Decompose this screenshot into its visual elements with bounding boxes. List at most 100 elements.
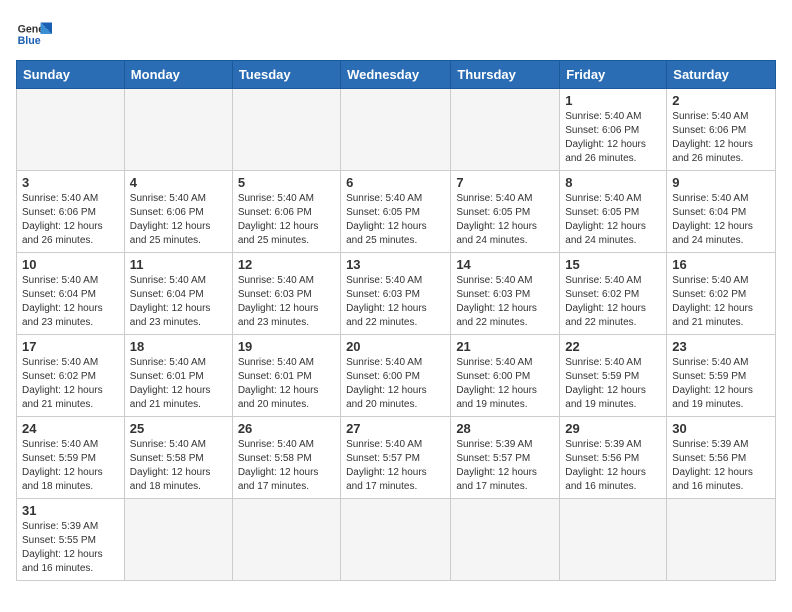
calendar-cell: 23 Sunrise: 5:40 AM Sunset: 5:59 PM Dayli… [667, 335, 776, 417]
logo-icon: General Blue [16, 16, 52, 52]
day-info: Sunrise: 5:40 AM Sunset: 6:06 PM Dayligh… [672, 110, 770, 166]
day-number: 4 [130, 175, 227, 190]
day-info: Sunrise: 5:40 AM Sunset: 6:06 PM Dayligh… [130, 192, 227, 248]
calendar-cell: 7Sunrise: 5:40 AM Sunset: 6:05 PM Daylig… [451, 171, 560, 253]
day-number: 23 [672, 339, 770, 354]
day-info: Sunrise: 5:40 AM Sunset: 6:06 PM Dayligh… [565, 110, 661, 166]
day-number: 26 [238, 421, 335, 436]
calendar-cell: 18Sunrise: 5:40 AM Sunset: 6:01 PM Dayli… [124, 335, 232, 417]
day-info: Sunrise: 5:40 AM Sunset: 6:03 PM Dayligh… [238, 274, 335, 330]
day-info: Sunrise: 5:40 AM Sunset: 6:03 PM Dayligh… [456, 274, 554, 330]
day-number: 13 [346, 257, 445, 272]
day-number: 22 [565, 339, 661, 354]
day-number: 25 [130, 421, 227, 436]
calendar-cell: 6Sunrise: 5:40 AM Sunset: 6:05 PM Daylig… [341, 171, 451, 253]
calendar-cell: 29 Sunrise: 5:39 AM Sunset: 5:56 PM Dayli… [560, 417, 667, 499]
calendar-cell: 30 Sunrise: 5:39 AM Sunset: 5:56 PM Dayli… [667, 417, 776, 499]
day-info: Sunrise: 5:40 AM Sunset: 6:03 PM Dayligh… [346, 274, 445, 330]
day-info: Sunrise: 5:40 AM Sunset: 5:59 PM Dayligh… [672, 356, 770, 412]
calendar-cell: 27 Sunrise: 5:40 AM Sunset: 5:57 PM Dayli… [341, 417, 451, 499]
calendar-cell: 25 Sunrise: 5:40 AM Sunset: 5:58 PM Dayli… [124, 417, 232, 499]
calendar-cell: 13 Sunrise: 5:40 AM Sunset: 6:03 PM Dayli… [341, 253, 451, 335]
calendar-cell: 1 Sunrise: 5:40 AM Sunset: 6:06 PM Daylig… [560, 89, 667, 171]
week-row-3: 10 Sunrise: 5:40 AM Sunset: 6:04 PM Dayli… [17, 253, 776, 335]
day-info: Sunrise: 5:40 AM Sunset: 5:59 PM Dayligh… [22, 438, 119, 494]
calendar-cell [560, 499, 667, 581]
day-info: Sunrise: 5:40 AM Sunset: 5:59 PM Dayligh… [565, 356, 661, 412]
day-info: Sunrise: 5:40 AM Sunset: 6:01 PM Dayligh… [130, 356, 227, 412]
day-number: 16 [672, 257, 770, 272]
day-number: 8 [565, 175, 661, 190]
day-number: 31 [22, 503, 119, 518]
day-number: 19 [238, 339, 335, 354]
logo: General Blue [16, 16, 52, 52]
day-number: 12 [238, 257, 335, 272]
day-info: Sunrise: 5:39 AM Sunset: 5:57 PM Dayligh… [456, 438, 554, 494]
calendar-cell: 22 Sunrise: 5:40 AM Sunset: 5:59 PM Dayli… [560, 335, 667, 417]
day-number: 29 [565, 421, 661, 436]
calendar-cell: 14 Sunrise: 5:40 AM Sunset: 6:03 PM Dayli… [451, 253, 560, 335]
weekday-header-wednesday: Wednesday [341, 61, 451, 89]
day-info: Sunrise: 5:40 AM Sunset: 5:57 PM Dayligh… [346, 438, 445, 494]
calendar-cell [451, 499, 560, 581]
day-info: Sunrise: 5:40 AM Sunset: 5:58 PM Dayligh… [130, 438, 227, 494]
day-info: Sunrise: 5:39 AM Sunset: 5:56 PM Dayligh… [565, 438, 661, 494]
day-info: Sunrise: 5:40 AM Sunset: 6:01 PM Dayligh… [238, 356, 335, 412]
calendar-cell: 2 Sunrise: 5:40 AM Sunset: 6:06 PM Daylig… [667, 89, 776, 171]
day-number: 20 [346, 339, 445, 354]
week-row-6: 31Sunrise: 5:39 AM Sunset: 5:55 PM Dayli… [17, 499, 776, 581]
day-number: 15 [565, 257, 661, 272]
calendar-cell: 4 Sunrise: 5:40 AM Sunset: 6:06 PM Daylig… [124, 171, 232, 253]
day-number: 27 [346, 421, 445, 436]
calendar-cell: 16 Sunrise: 5:40 AM Sunset: 6:02 PM Dayli… [667, 253, 776, 335]
day-number: 11 [130, 257, 227, 272]
calendar-cell: 5 Sunrise: 5:40 AM Sunset: 6:06 PM Daylig… [232, 171, 340, 253]
week-row-1: 1 Sunrise: 5:40 AM Sunset: 6:06 PM Daylig… [17, 89, 776, 171]
day-number: 5 [238, 175, 335, 190]
calendar-cell: 21 Sunrise: 5:40 AM Sunset: 6:00 PM Dayli… [451, 335, 560, 417]
day-info: Sunrise: 5:40 AM Sunset: 6:06 PM Dayligh… [22, 192, 119, 248]
week-row-4: 17Sunrise: 5:40 AM Sunset: 6:02 PM Dayli… [17, 335, 776, 417]
calendar-cell [124, 499, 232, 581]
calendar-cell [232, 499, 340, 581]
day-info: Sunrise: 5:40 AM Sunset: 6:05 PM Dayligh… [456, 192, 554, 248]
week-row-2: 3Sunrise: 5:40 AM Sunset: 6:06 PM Daylig… [17, 171, 776, 253]
calendar-cell: 24 Sunrise: 5:40 AM Sunset: 5:59 PM Dayli… [17, 417, 125, 499]
calendar-cell: 19 Sunrise: 5:40 AM Sunset: 6:01 PM Dayli… [232, 335, 340, 417]
day-info: Sunrise: 5:40 AM Sunset: 6:02 PM Dayligh… [672, 274, 770, 330]
calendar-cell: 9Sunrise: 5:40 AM Sunset: 6:04 PM Daylig… [667, 171, 776, 253]
day-number: 30 [672, 421, 770, 436]
day-number: 2 [672, 93, 770, 108]
calendar-cell: 26 Sunrise: 5:40 AM Sunset: 5:58 PM Dayli… [232, 417, 340, 499]
calendar-cell: 31Sunrise: 5:39 AM Sunset: 5:55 PM Dayli… [17, 499, 125, 581]
day-info: Sunrise: 5:40 AM Sunset: 6:04 PM Dayligh… [130, 274, 227, 330]
day-info: Sunrise: 5:39 AM Sunset: 5:56 PM Dayligh… [672, 438, 770, 494]
calendar-cell: 3Sunrise: 5:40 AM Sunset: 6:06 PM Daylig… [17, 171, 125, 253]
calendar-cell: 15Sunrise: 5:40 AM Sunset: 6:02 PM Dayli… [560, 253, 667, 335]
day-number: 24 [22, 421, 119, 436]
day-info: Sunrise: 5:40 AM Sunset: 5:58 PM Dayligh… [238, 438, 335, 494]
weekday-header-tuesday: Tuesday [232, 61, 340, 89]
day-number: 10 [22, 257, 119, 272]
calendar-cell [124, 89, 232, 171]
weekday-header-sunday: Sunday [17, 61, 125, 89]
calendar-cell: 12 Sunrise: 5:40 AM Sunset: 6:03 PM Dayli… [232, 253, 340, 335]
day-number: 17 [22, 339, 119, 354]
day-number: 14 [456, 257, 554, 272]
day-info: Sunrise: 5:40 AM Sunset: 6:05 PM Dayligh… [565, 192, 661, 248]
day-number: 1 [565, 93, 661, 108]
day-info: Sunrise: 5:40 AM Sunset: 6:04 PM Dayligh… [22, 274, 119, 330]
svg-text:Blue: Blue [18, 35, 41, 47]
day-info: Sunrise: 5:40 AM Sunset: 6:06 PM Dayligh… [238, 192, 335, 248]
day-number: 28 [456, 421, 554, 436]
weekday-header-row: SundayMondayTuesdayWednesdayThursdayFrid… [17, 61, 776, 89]
day-info: Sunrise: 5:40 AM Sunset: 6:00 PM Dayligh… [456, 356, 554, 412]
weekday-header-thursday: Thursday [451, 61, 560, 89]
calendar-cell [232, 89, 340, 171]
calendar-cell [341, 89, 451, 171]
day-number: 6 [346, 175, 445, 190]
calendar-cell: 28 Sunrise: 5:39 AM Sunset: 5:57 PM Dayli… [451, 417, 560, 499]
calendar-cell: 10 Sunrise: 5:40 AM Sunset: 6:04 PM Dayli… [17, 253, 125, 335]
day-number: 21 [456, 339, 554, 354]
day-info: Sunrise: 5:40 AM Sunset: 6:04 PM Dayligh… [672, 192, 770, 248]
